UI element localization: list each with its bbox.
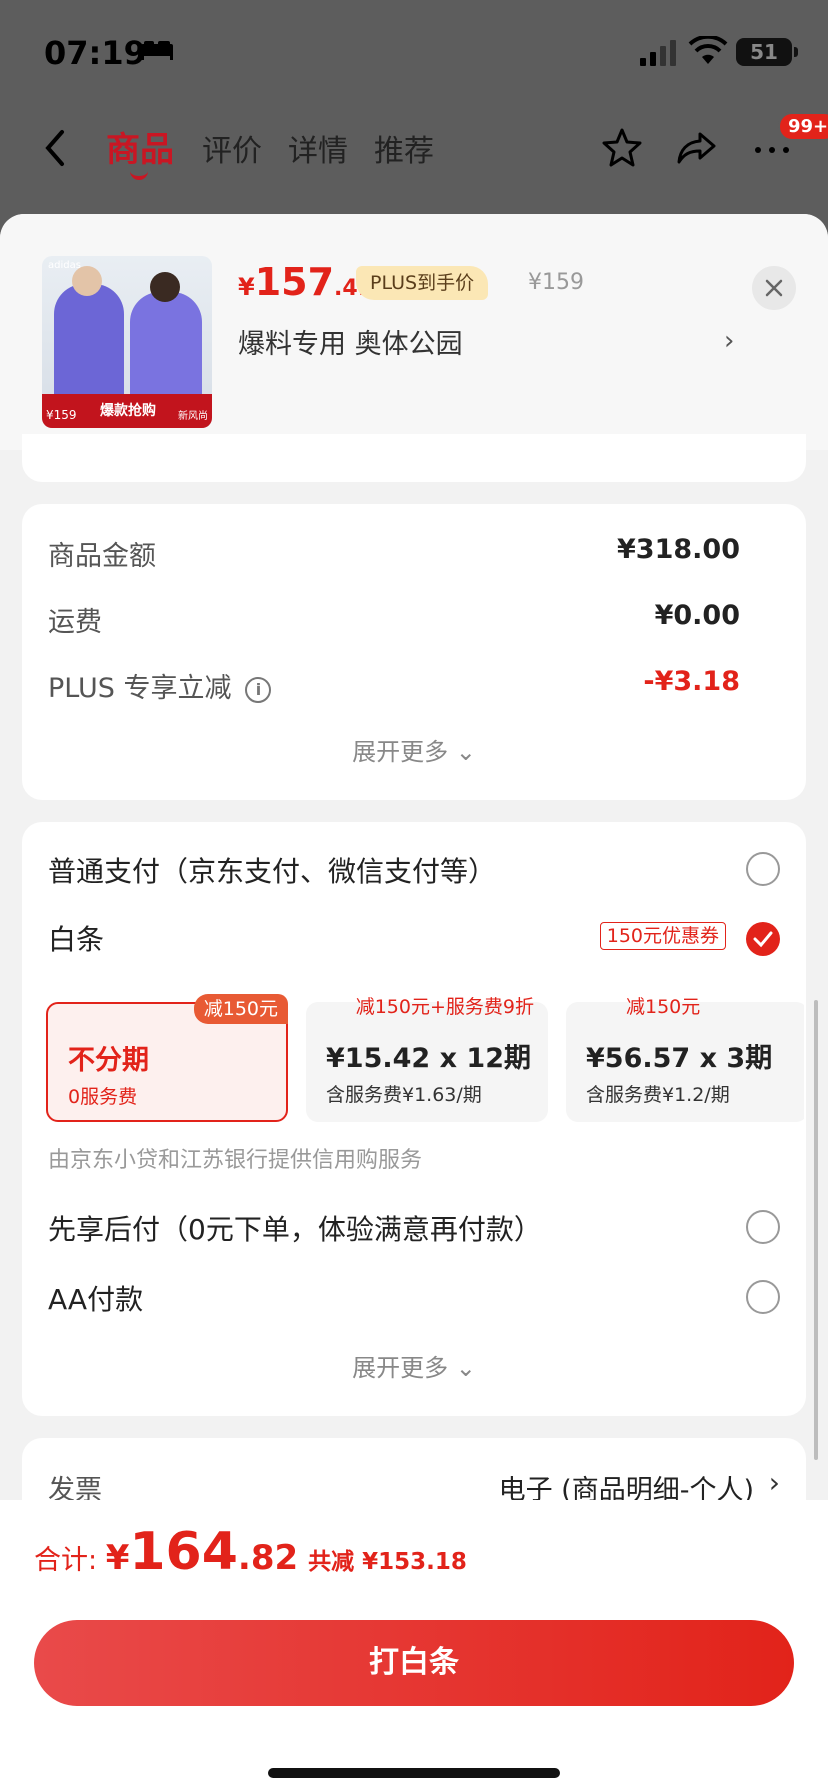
payment-option-pay-later[interactable]: 先享后付（0元下单，体验满意再付款） [48, 1208, 542, 1248]
thumb-brand: adidas [48, 260, 81, 271]
battery-indicator: 51 [736, 38, 798, 66]
thumb-band-text: 爆款抢购 [100, 403, 156, 419]
order-summary-card: 商品金额 ¥318.00 运费 ¥0.00 PLUS 专享立减 i -¥3.18 … [22, 504, 806, 800]
sleep-focus-icon [141, 41, 173, 60]
product-thumbnail: adidas ¥159 爆款抢购 新风尚 [42, 256, 212, 428]
plan-sub: 0服务费 [68, 1086, 138, 1108]
chevron-right-icon: › [768, 1466, 780, 1499]
plan-main: 不分期 [68, 1045, 149, 1076]
plan-main: ¥56.57 x 3期 [586, 1043, 773, 1074]
plan-tag: 减150元+服务费9折 [355, 996, 534, 1018]
shipping-label: 运费 [48, 607, 102, 638]
product-header: adidas ¥159 爆款抢购 新风尚 ¥157.41 PLUS到手价 ¥15… [0, 214, 828, 450]
shop-address[interactable]: 爆料专用 奥体公园 [238, 322, 463, 361]
chevron-down-icon: ⌄ [455, 1354, 476, 1382]
back-arrow-icon[interactable] [40, 128, 70, 168]
total-price: 合计: ¥164.82 共减 ¥153.18 [34, 1522, 467, 1582]
checkout-bar: 合计: ¥164.82 共减 ¥153.18 打白条 [0, 1500, 828, 1792]
product-nav-bar: 商品 评价 详情 推荐 99+ [0, 112, 828, 192]
chevron-down-icon: ⌄ [455, 738, 476, 766]
expand-more-summary[interactable]: 展开更多 ⌄ [22, 732, 806, 767]
thumb-band-price: ¥159 [46, 408, 77, 422]
plan-sub: 含服务费¥1.63/期 [326, 1084, 482, 1106]
plan-tag: 减150元 [626, 996, 701, 1018]
plus-discount-label: PLUS 专享立减 i [48, 666, 272, 705]
previous-card-bottom [22, 434, 806, 482]
plan-3-installments[interactable]: 减150元 ¥56.57 x 3期 含服务费¥1.2/期 [566, 996, 804, 1122]
info-icon[interactable]: i [245, 677, 272, 703]
total-saved: 共减 ¥153.18 [308, 1549, 467, 1575]
plan-no-installment[interactable]: 减150元 不分期 0服务费 [46, 994, 288, 1122]
radio-pay-later[interactable] [746, 1210, 780, 1244]
product-price: ¥157.41 [238, 260, 374, 304]
installment-plans: 减150元 不分期 0服务费 减150元+服务费9折 ¥15.42 x 12期 … [46, 822, 804, 1142]
tab-recommend[interactable]: 推荐 [374, 126, 434, 170]
wifi-icon [688, 36, 728, 64]
share-icon[interactable] [674, 126, 718, 170]
message-count-badge: 99+ [778, 112, 828, 141]
goods-amount-value: ¥318.00 [617, 534, 740, 565]
pay-baitiao-button[interactable]: 打白条 [34, 1620, 794, 1706]
credit-provider-note: 由京东小贷和江苏银行提供信用购服务 [48, 1148, 423, 1173]
home-indicator[interactable] [268, 1768, 560, 1778]
plan-sub: 含服务费¥1.2/期 [586, 1084, 730, 1106]
active-tab-indicator [130, 170, 148, 180]
tab-details[interactable]: 详情 [288, 126, 348, 170]
shipping-value: ¥0.00 [654, 600, 740, 631]
expand-more-payment[interactable]: 展开更多 ⌄ [22, 1348, 806, 1383]
thumb-band-tag: 新风尚 [178, 411, 208, 422]
payment-method-card: 普通支付（京东支付、微信支付等） 白条 150元优惠券 减150元 不分期 0服… [22, 822, 806, 1416]
tab-reviews[interactable]: 评价 [202, 126, 262, 170]
radio-aa-pay[interactable] [746, 1280, 780, 1314]
plan-12-installments[interactable]: 减150元+服务费9折 ¥15.42 x 12期 含服务费¥1.63/期 [306, 996, 548, 1122]
tab-product[interactable]: 商品 [106, 122, 174, 171]
chevron-right-icon[interactable]: › [724, 326, 734, 356]
scrollbar[interactable] [814, 1000, 818, 1460]
star-favorite-icon[interactable] [600, 126, 644, 170]
close-icon[interactable] [752, 266, 796, 310]
status-time: 07:19 [44, 34, 146, 72]
payment-option-aa[interactable]: AA付款 [48, 1278, 143, 1318]
plus-discount-value: -¥3.18 [643, 666, 740, 697]
status-bar: 07:19 51 [0, 0, 828, 100]
goods-amount-label: 商品金额 [48, 541, 156, 572]
cellular-signal-icon [640, 40, 676, 66]
checkout-sheet: adidas ¥159 爆款抢购 新风尚 ¥157.41 PLUS到手价 ¥15… [0, 214, 828, 1792]
plan-main: ¥15.42 x 12期 [326, 1043, 531, 1074]
plus-price-tag: PLUS到手价 [356, 266, 489, 300]
plan-tag: 减150元 [193, 994, 288, 1024]
original-price: ¥159 [528, 270, 584, 295]
